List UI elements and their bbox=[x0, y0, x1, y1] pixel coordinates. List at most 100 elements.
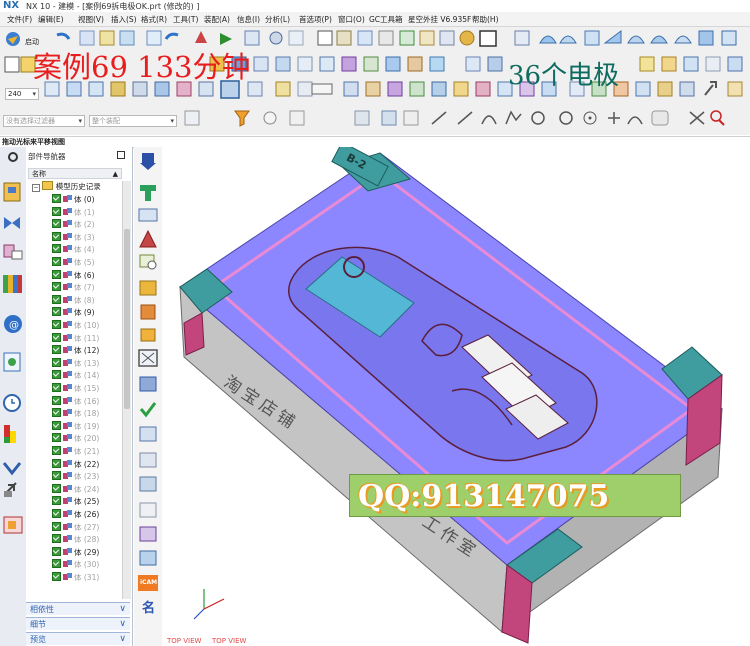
view-edge2-icon[interactable] bbox=[657, 81, 673, 97]
cut-icon[interactable] bbox=[79, 30, 95, 46]
surface-9-icon[interactable] bbox=[721, 30, 737, 46]
menu-format[interactable]: 格式(R) bbox=[141, 14, 167, 25]
surface-4-icon[interactable] bbox=[603, 30, 622, 44]
arc-tool-icon[interactable] bbox=[627, 116, 643, 125]
feature-10-icon[interactable] bbox=[407, 56, 423, 72]
spline-tool-icon[interactable] bbox=[505, 110, 522, 125]
feature-4-icon[interactable] bbox=[275, 56, 291, 72]
snap-6-icon[interactable] bbox=[403, 110, 419, 126]
material-icon[interactable] bbox=[459, 30, 475, 46]
menu-edit[interactable]: 编辑(E) bbox=[38, 14, 64, 25]
feature-18-icon[interactable] bbox=[727, 56, 743, 72]
constraint-navigator-icon[interactable] bbox=[3, 244, 23, 260]
table-row[interactable]: 体 (6) bbox=[52, 269, 95, 282]
collapse-icon[interactable]: − bbox=[32, 184, 40, 192]
visibility-checkbox[interactable] bbox=[52, 395, 61, 405]
clock-icon[interactable] bbox=[3, 394, 21, 412]
menu-tools[interactable]: 工具(T) bbox=[173, 14, 198, 25]
electrode-5-icon[interactable] bbox=[139, 280, 157, 296]
visibility-checkbox[interactable] bbox=[52, 307, 61, 317]
split-icon[interactable] bbox=[399, 30, 415, 46]
electrode-10-icon[interactable] bbox=[139, 426, 157, 442]
table-row[interactable]: 体 (12) bbox=[52, 345, 99, 357]
layer-icon[interactable] bbox=[317, 30, 333, 46]
line-tool-1-icon[interactable] bbox=[431, 111, 447, 125]
feature-16-icon[interactable] bbox=[683, 56, 699, 72]
view-clip-icon[interactable] bbox=[343, 81, 359, 97]
visibility-checkbox[interactable] bbox=[52, 332, 61, 342]
preview-panel[interactable]: 预览 ∨ bbox=[26, 632, 130, 645]
electrode-6-icon[interactable] bbox=[140, 304, 156, 320]
electrode-14-icon[interactable] bbox=[139, 526, 157, 542]
table-row[interactable]: 体 (19) bbox=[52, 420, 99, 433]
menu-analysis[interactable]: 分析(L) bbox=[265, 14, 290, 25]
assembly-scope-select[interactable]: 整个装配 ▾ bbox=[89, 115, 177, 127]
visibility-checkbox[interactable] bbox=[52, 521, 61, 531]
electrode-4-icon[interactable] bbox=[139, 254, 157, 270]
rename-icon[interactable]: 名 bbox=[142, 597, 155, 616]
visibility-checkbox[interactable] bbox=[52, 383, 61, 392]
extrude-icon[interactable] bbox=[195, 31, 207, 43]
view-snap-icon[interactable] bbox=[409, 81, 425, 97]
feature-15-icon[interactable] bbox=[661, 56, 677, 72]
edge-blend-icon[interactable] bbox=[269, 31, 283, 45]
table-row[interactable]: 体 (18) bbox=[52, 408, 99, 420]
table-row[interactable]: 体 (20) bbox=[52, 433, 99, 445]
table-row[interactable]: 体 (1) bbox=[52, 206, 95, 219]
menu-assembly[interactable]: 装配(A) bbox=[204, 14, 230, 25]
menu-gc-toolbox[interactable]: GC工具箱 bbox=[369, 14, 403, 25]
paste-icon[interactable] bbox=[119, 30, 135, 46]
snap-1-icon[interactable] bbox=[184, 110, 200, 126]
process-studio-icon[interactable] bbox=[4, 482, 17, 497]
chamfer-icon[interactable] bbox=[288, 30, 304, 46]
table-row[interactable]: 体 (22) bbox=[52, 458, 99, 471]
dependencies-panel[interactable]: 相依性 ∨ bbox=[26, 602, 130, 615]
visibility-checkbox[interactable] bbox=[52, 420, 61, 430]
reuse-library-icon[interactable] bbox=[3, 275, 22, 293]
graphics-viewport[interactable]: B-2 淘宝店铺 工作室 bbox=[162, 147, 750, 646]
visibility-checkbox[interactable] bbox=[52, 370, 61, 380]
display-icon[interactable] bbox=[479, 30, 497, 47]
maximize-icon[interactable] bbox=[117, 151, 125, 159]
visibility-checkbox[interactable] bbox=[52, 345, 61, 355]
visibility-checkbox[interactable] bbox=[52, 458, 61, 468]
visibility-checkbox[interactable] bbox=[52, 244, 61, 254]
visibility-checkbox[interactable] bbox=[52, 320, 61, 329]
undo-icon[interactable] bbox=[56, 32, 71, 40]
table-row[interactable]: 体 (26) bbox=[52, 509, 99, 521]
electrode-15-icon[interactable] bbox=[139, 550, 157, 566]
feature-11-icon[interactable] bbox=[429, 56, 445, 72]
electrode-7-icon[interactable] bbox=[140, 328, 156, 342]
center-tool-icon[interactable] bbox=[583, 111, 597, 125]
table-row[interactable]: 体 (9) bbox=[52, 307, 95, 319]
table-row[interactable]: 体 (11) bbox=[52, 332, 99, 345]
snap-4-icon[interactable] bbox=[354, 110, 370, 126]
surface-6-icon[interactable] bbox=[650, 35, 668, 44]
table-row[interactable]: 体 (23) bbox=[52, 471, 99, 483]
model-history-node[interactable]: − 模型历史记录 bbox=[32, 181, 101, 192]
visibility-checkbox[interactable] bbox=[52, 257, 61, 266]
measure-icon[interactable] bbox=[514, 30, 530, 46]
table-row[interactable]: 体 (16) bbox=[52, 395, 99, 408]
visibility-checkbox[interactable] bbox=[52, 471, 61, 481]
name-column-header[interactable]: 名称 ▲ bbox=[28, 168, 122, 179]
view-hide-icon[interactable] bbox=[431, 81, 447, 97]
snap-3-icon[interactable] bbox=[289, 110, 305, 126]
sketch-icon[interactable] bbox=[146, 30, 162, 46]
table-row[interactable]: 体 (0) bbox=[52, 194, 95, 206]
table-row[interactable]: 体 (27) bbox=[52, 521, 99, 534]
table-row[interactable]: 体 (24) bbox=[52, 483, 99, 496]
table-row[interactable]: 体 (10) bbox=[52, 320, 99, 332]
menu-preferences[interactable]: 首选项(P) bbox=[299, 14, 332, 25]
snap-5-icon[interactable] bbox=[381, 110, 397, 126]
new-file-icon[interactable] bbox=[4, 56, 20, 73]
unite-icon[interactable] bbox=[336, 30, 352, 46]
system-scenes-icon[interactable] bbox=[3, 516, 23, 534]
settings-gear-icon[interactable] bbox=[8, 152, 18, 162]
assembly-navigator-icon[interactable] bbox=[4, 217, 20, 229]
arrow-down-icon[interactable] bbox=[140, 153, 156, 170]
electrode-8-icon[interactable] bbox=[138, 349, 158, 367]
visibility-checkbox[interactable] bbox=[52, 534, 61, 544]
point-tool-icon[interactable] bbox=[531, 111, 545, 125]
feature-3-icon[interactable] bbox=[253, 56, 269, 72]
